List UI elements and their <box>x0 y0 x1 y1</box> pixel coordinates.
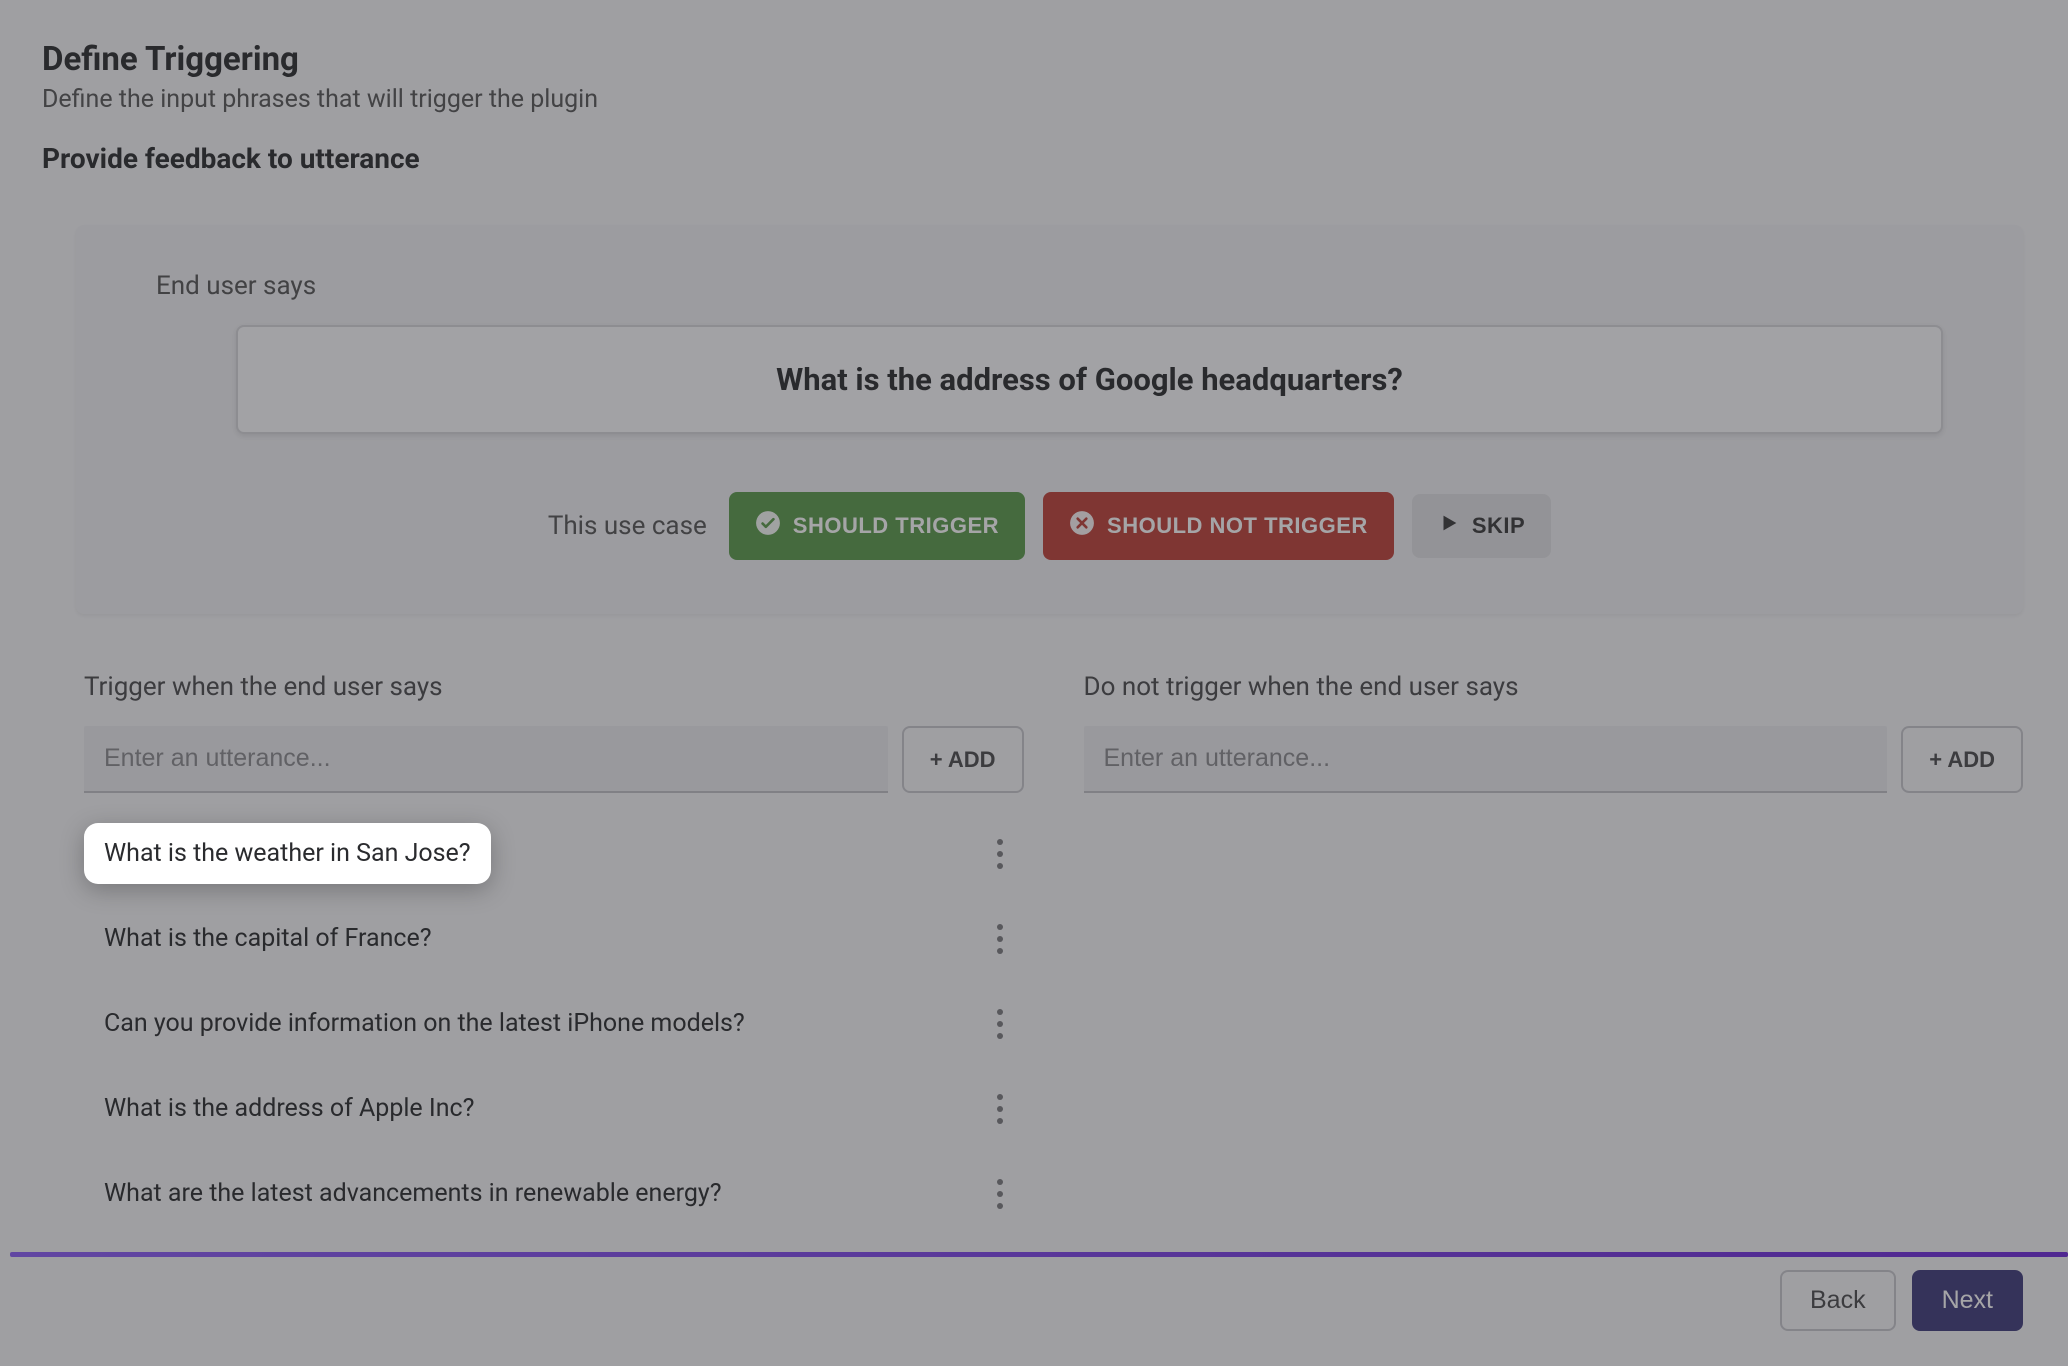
should-trigger-label: SHOULD TRIGGER <box>793 513 999 539</box>
do-not-trigger-column: Do not trigger when the end user says + … <box>1084 672 2024 1236</box>
page-subtitle: Define the input phrases that will trigg… <box>42 85 2068 114</box>
utterance-text: What is the weather in San Jose? <box>84 823 491 884</box>
progress-bar <box>10 1252 2068 1257</box>
trigger-list: What is the weather in San Jose? What is … <box>84 811 1024 1236</box>
should-not-trigger-label: SHOULD NOT TRIGGER <box>1107 513 1368 539</box>
verdict-prompt: This use case <box>548 511 707 541</box>
utterance-text: What are the latest advancements in rene… <box>84 1163 742 1224</box>
do-not-trigger-heading: Do not trigger when the end user says <box>1084 672 2024 702</box>
verdict-row: This use case SHOULD TRIGGER SHOULD NOT … <box>156 492 1943 560</box>
x-circle-icon <box>1069 510 1095 542</box>
section-heading: Provide feedback to utterance <box>42 142 2068 175</box>
list-item: What are the latest advancements in rene… <box>84 1151 1024 1236</box>
should-not-trigger-button[interactable]: SHOULD NOT TRIGGER <box>1043 492 1394 560</box>
skip-button[interactable]: SKIP <box>1412 494 1551 558</box>
play-icon <box>1438 512 1460 540</box>
more-menu-icon[interactable] <box>982 1170 1018 1218</box>
list-item: What is the weather in San Jose? <box>84 811 1024 896</box>
more-menu-icon[interactable] <box>982 1000 1018 1048</box>
utterance-text: What is the capital of France? <box>84 908 452 969</box>
trigger-add-button[interactable]: + ADD <box>902 726 1024 793</box>
check-circle-icon <box>755 510 781 542</box>
should-trigger-button[interactable]: SHOULD TRIGGER <box>729 492 1025 560</box>
utterance-text: Can you provide information on the lates… <box>84 993 765 1054</box>
page-title: Define Triggering <box>42 40 2068 79</box>
back-button[interactable]: Back <box>1780 1270 1896 1331</box>
list-item: What is the address of Apple Inc? <box>84 1066 1024 1151</box>
trigger-utterance-input[interactable] <box>84 726 888 793</box>
end-user-says-label: End user says <box>156 271 1943 301</box>
list-item: Can you provide information on the lates… <box>84 981 1024 1066</box>
trigger-heading: Trigger when the end user says <box>84 672 1024 702</box>
do-not-trigger-utterance-input[interactable] <box>1084 726 1888 793</box>
more-menu-icon[interactable] <box>982 915 1018 963</box>
more-menu-icon[interactable] <box>982 1085 1018 1133</box>
feedback-card: End user says What is the address of Goo… <box>76 225 2023 614</box>
utterance-question: What is the address of Google headquarte… <box>236 325 1943 434</box>
skip-label: SKIP <box>1472 513 1525 539</box>
list-item: What is the capital of France? <box>84 896 1024 981</box>
trigger-column: Trigger when the end user says + ADD Wha… <box>84 672 1024 1236</box>
more-menu-icon[interactable] <box>982 830 1018 878</box>
utterance-text: What is the address of Apple Inc? <box>84 1078 494 1139</box>
do-not-trigger-add-button[interactable]: + ADD <box>1901 726 2023 793</box>
next-button[interactable]: Next <box>1912 1270 2023 1331</box>
